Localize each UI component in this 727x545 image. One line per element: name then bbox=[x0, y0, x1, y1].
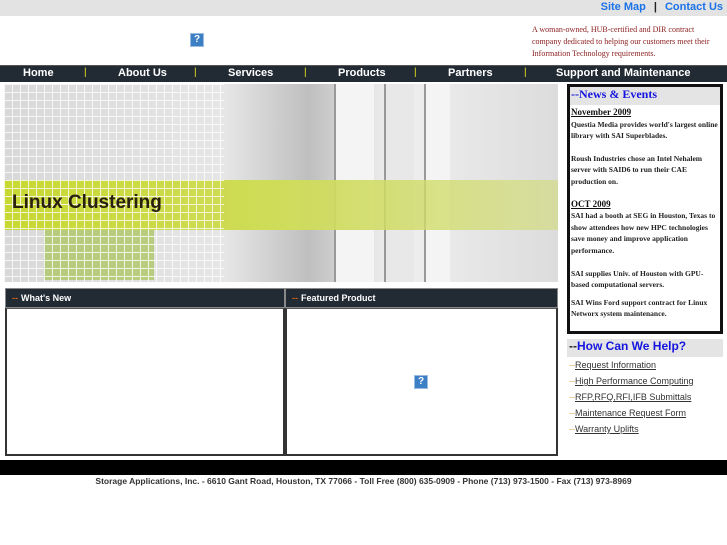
featured-header: -- Featured Product bbox=[285, 288, 558, 308]
whats-new-title: What's New bbox=[21, 293, 72, 303]
news-item: Questia Media provides world's largest o… bbox=[571, 119, 718, 141]
featured-title: Featured Product bbox=[301, 293, 376, 303]
news-month: November 2009 bbox=[571, 107, 632, 117]
site-map-link[interactable]: Site Map bbox=[601, 1, 646, 13]
news-month: OCT 2009 bbox=[571, 198, 611, 209]
banner-grid bbox=[4, 84, 224, 282]
request-information-link[interactable]: Request Information bbox=[575, 360, 656, 370]
footer-address: Storage Applications, Inc. - 6610 Gant R… bbox=[95, 476, 632, 486]
tagline: A woman-owned, HUB-certified and DIR con… bbox=[532, 25, 710, 58]
separator: | bbox=[653, 1, 657, 13]
nav-separator: | bbox=[304, 67, 307, 78]
top-links: Site Map | Contact Us bbox=[601, 1, 723, 13]
nav-support[interactable]: Support and Maintenance bbox=[556, 67, 690, 79]
help-header: --How Can We Help? bbox=[567, 339, 723, 357]
broken-image-icon: ? bbox=[190, 33, 204, 47]
whats-new-header: -- What's New bbox=[5, 288, 285, 308]
whats-new-panel bbox=[5, 308, 285, 456]
dash-icon: -- bbox=[569, 339, 577, 353]
nav-separator: | bbox=[194, 67, 197, 78]
nav-products[interactable]: Products bbox=[338, 67, 386, 79]
news-item: SAI Wins Ford support contract for Linux… bbox=[571, 297, 708, 319]
nav-home[interactable]: Home bbox=[23, 67, 54, 79]
help-link-item: --Request Information bbox=[569, 360, 656, 370]
news-events-box: --News & Events November 2009 Questia Me… bbox=[567, 84, 723, 334]
hero-banner: Linux Clustering bbox=[4, 84, 558, 282]
dash-icon: -- bbox=[12, 293, 18, 303]
rfp-link[interactable]: RFP,RFQ,RFI,IFB Submittals bbox=[575, 392, 691, 402]
nav-about-us[interactable]: About Us bbox=[118, 67, 167, 79]
main-nav: Home | About Us | Services | Products | … bbox=[0, 65, 727, 82]
nav-services[interactable]: Services bbox=[228, 67, 273, 79]
warranty-uplifts-link[interactable]: Warranty Uplifts bbox=[575, 424, 639, 434]
footer-bar bbox=[0, 460, 727, 475]
news-item: Roush Industries chose an Intel Nehalem … bbox=[571, 153, 703, 186]
dash-icon: -- bbox=[292, 293, 298, 303]
help-link-item: --Maintenance Request Form bbox=[569, 408, 686, 418]
help-link-item: --Warranty Uplifts bbox=[569, 424, 639, 434]
help-link-item: --High Performance Computing bbox=[569, 376, 694, 386]
help-link-item: --RFP,RFQ,RFI,IFB Submittals bbox=[569, 392, 691, 402]
contact-us-link[interactable]: Contact Us bbox=[665, 1, 723, 13]
maintenance-request-link[interactable]: Maintenance Request Form bbox=[575, 408, 686, 418]
nav-separator: | bbox=[524, 67, 527, 78]
nav-separator: | bbox=[84, 67, 87, 78]
banner-title: Linux Clustering bbox=[12, 192, 162, 213]
news-title: --News & Events bbox=[570, 87, 720, 105]
hpc-link[interactable]: High Performance Computing bbox=[575, 376, 694, 386]
nav-separator: | bbox=[414, 67, 417, 78]
nav-partners[interactable]: Partners bbox=[448, 67, 493, 79]
news-item: SAI had a booth at SEG in Houston, Texas… bbox=[571, 211, 716, 255]
news-item: SAI supplies Univ. of Houston with GPU-b… bbox=[571, 268, 704, 290]
help-title: How Can We Help? bbox=[577, 339, 687, 353]
broken-image-icon: ? bbox=[414, 375, 428, 389]
